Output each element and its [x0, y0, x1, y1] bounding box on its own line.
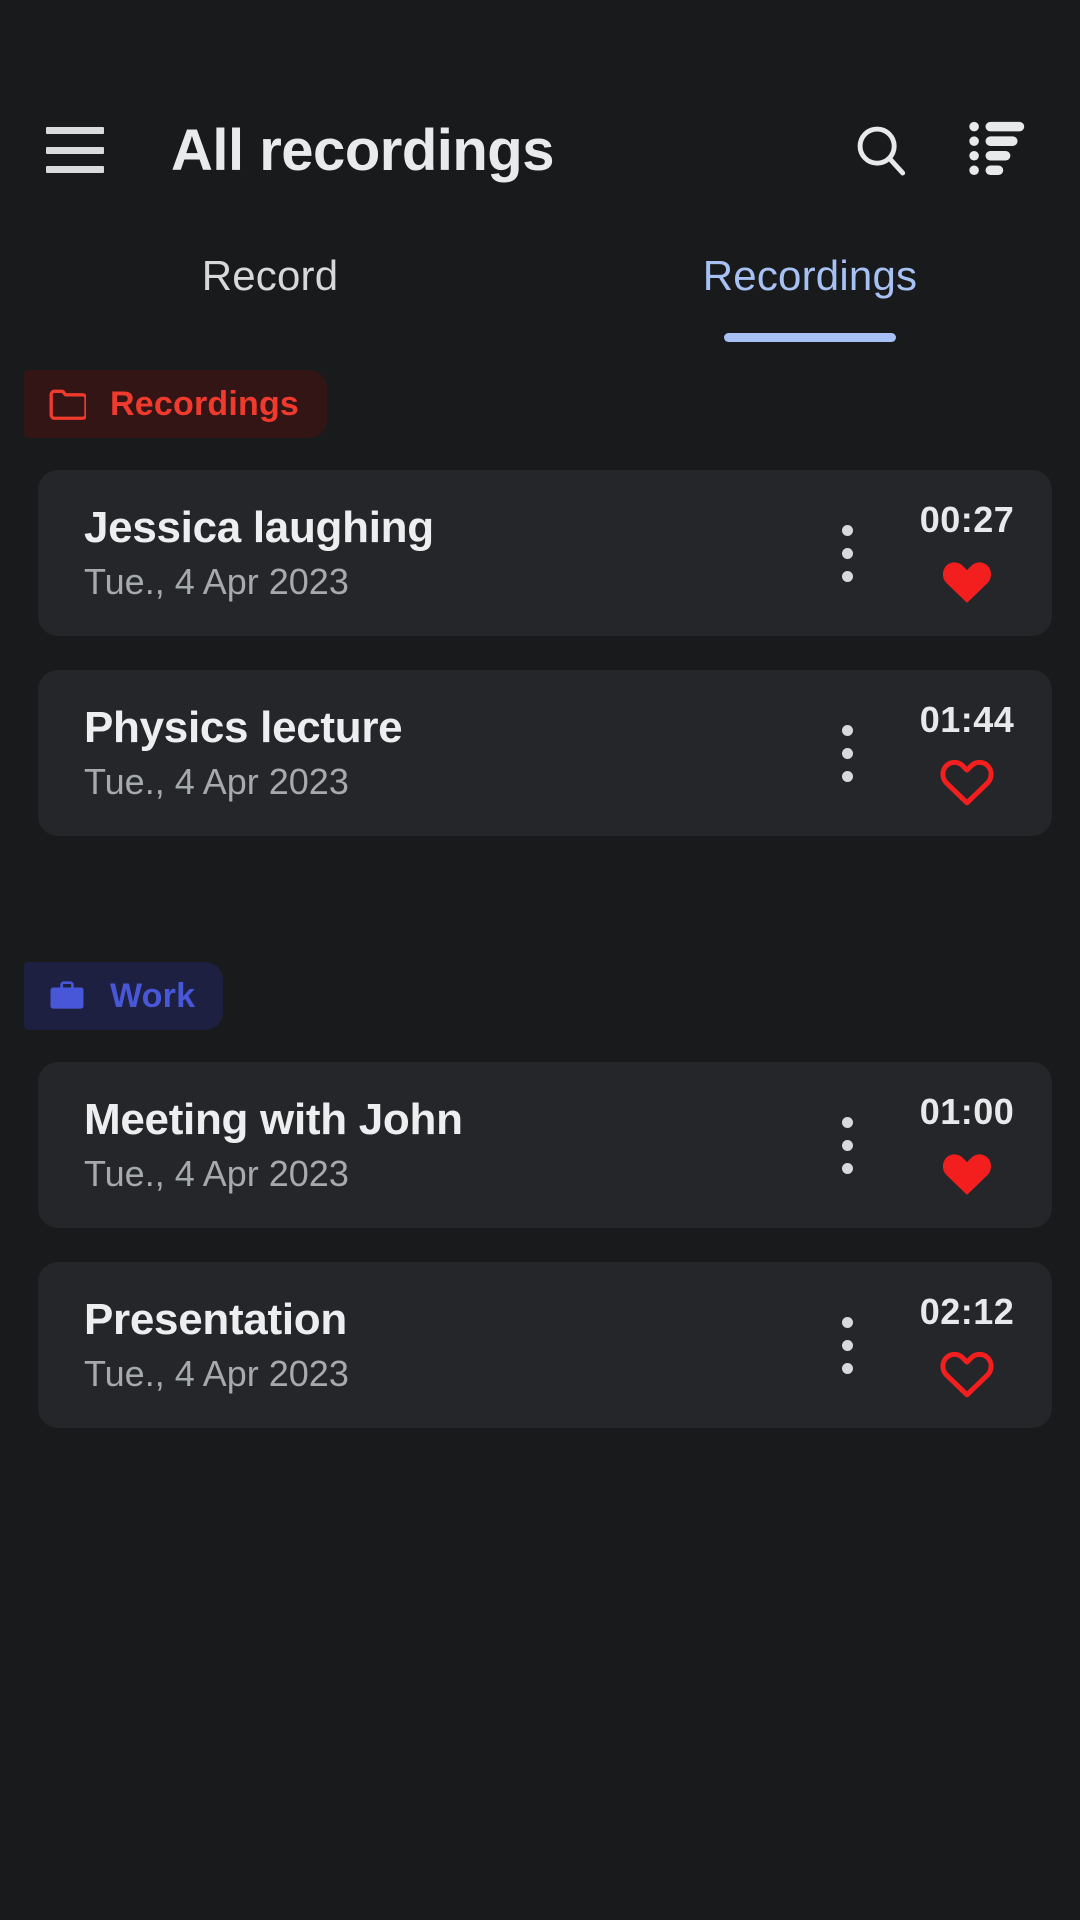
recording-meta: 02:12 — [892, 1291, 1052, 1399]
recordings-list: Recordings Jessica laughing Tue., 4 Apr … — [0, 370, 1080, 1462]
recording-duration: 01:00 — [919, 1091, 1015, 1132]
folder-chip-recordings[interactable]: Recordings — [24, 370, 328, 438]
recording-card[interactable]: Physics lecture Tue., 4 Apr 2023 01:44 — [38, 670, 1052, 836]
folder-group-recordings: Recordings Jessica laughing Tue., 4 Apr … — [0, 370, 1080, 836]
folder-icon — [49, 389, 86, 420]
tab-bar: Record Recordings — [0, 232, 1080, 342]
kebab-dot — [841, 1162, 853, 1174]
hamburger-bar — [46, 146, 104, 154]
more-vertical-icon[interactable] — [816, 705, 878, 801]
recording-title: Jessica laughing — [84, 503, 434, 552]
kebab-dot — [841, 1339, 853, 1351]
recording-meta: 00:27 — [892, 499, 1052, 607]
recording-title: Physics lecture — [84, 703, 403, 752]
folder-recordings-cards: Jessica laughing Tue., 4 Apr 2023 00:27 — [0, 470, 1080, 836]
sort-icon — [969, 121, 1025, 176]
recording-meta: 01:44 — [892, 699, 1052, 807]
kebab-dot — [841, 747, 853, 759]
folder-chip-work[interactable]: Work — [24, 962, 224, 1030]
recording-duration: 02:12 — [919, 1291, 1015, 1332]
tab-record-label: Record — [201, 252, 339, 299]
tab-active-indicator — [724, 333, 896, 342]
kebab-dot — [841, 524, 853, 536]
more-vertical-icon[interactable] — [816, 1297, 878, 1393]
heart-outline-icon — [940, 759, 994, 806]
favorite-button[interactable] — [938, 555, 996, 607]
favorite-button[interactable] — [938, 755, 996, 807]
tab-recordings-label: Recordings — [702, 252, 918, 299]
folder-group-work: Work Meeting with John Tue., 4 Apr 2023 … — [0, 962, 1080, 1428]
heart-outline-icon — [940, 1351, 994, 1398]
recording-card[interactable]: Presentation Tue., 4 Apr 2023 02:12 — [38, 1262, 1052, 1428]
search-button[interactable] — [838, 107, 924, 193]
kebab-dot — [841, 1139, 853, 1151]
recording-card-text: Presentation Tue., 4 Apr 2023 — [84, 1295, 816, 1395]
page-title: All recordings — [171, 117, 554, 183]
kebab-dot — [841, 1316, 853, 1328]
search-icon — [857, 126, 906, 176]
folder-work-cards: Meeting with John Tue., 4 Apr 2023 01:00 — [0, 1062, 1080, 1428]
tab-record[interactable]: Record — [0, 232, 540, 342]
app-bar: All recordings — [0, 96, 1080, 204]
more-vertical-icon[interactable] — [816, 505, 878, 601]
tab-recordings[interactable]: Recordings — [540, 232, 1080, 342]
kebab-dot — [841, 724, 853, 736]
folder-chip-label: Recordings — [110, 384, 300, 423]
recording-date: Tue., 4 Apr 2023 — [84, 761, 349, 802]
kebab-dot — [841, 770, 853, 782]
recording-card-text: Jessica laughing Tue., 4 Apr 2023 — [84, 503, 816, 603]
kebab-dot — [841, 1362, 853, 1374]
heart-filled-icon — [942, 1154, 992, 1195]
sort-button[interactable] — [954, 107, 1040, 193]
kebab-dot — [841, 1116, 853, 1128]
more-vertical-icon[interactable] — [816, 1097, 878, 1193]
recording-duration: 01:44 — [919, 699, 1015, 740]
app-screen: All recordings Record Recordings Recordi… — [0, 0, 1080, 1920]
recording-card-text: Physics lecture Tue., 4 Apr 2023 — [84, 703, 816, 803]
recording-date: Tue., 4 Apr 2023 — [84, 1353, 349, 1394]
heart-filled-icon — [942, 562, 992, 603]
briefcase-icon — [50, 981, 84, 1009]
hamburger-menu-icon[interactable] — [46, 127, 104, 173]
favorite-button[interactable] — [938, 1347, 996, 1399]
recording-title: Presentation — [84, 1295, 347, 1344]
recording-card-text: Meeting with John Tue., 4 Apr 2023 — [84, 1095, 816, 1195]
recording-card[interactable]: Jessica laughing Tue., 4 Apr 2023 00:27 — [38, 470, 1052, 636]
folder-chip-label: Work — [110, 976, 196, 1015]
recording-date: Tue., 4 Apr 2023 — [84, 561, 349, 602]
recording-date: Tue., 4 Apr 2023 — [84, 1153, 349, 1194]
kebab-dot — [841, 570, 853, 582]
recording-duration: 00:27 — [919, 499, 1015, 540]
recording-title: Meeting with John — [84, 1095, 463, 1144]
hamburger-bar — [46, 166, 104, 173]
favorite-button[interactable] — [938, 1147, 996, 1199]
kebab-dot — [841, 547, 853, 559]
hamburger-bar — [46, 127, 104, 134]
recording-card[interactable]: Meeting with John Tue., 4 Apr 2023 01:00 — [38, 1062, 1052, 1228]
recording-meta: 01:00 — [892, 1091, 1052, 1199]
